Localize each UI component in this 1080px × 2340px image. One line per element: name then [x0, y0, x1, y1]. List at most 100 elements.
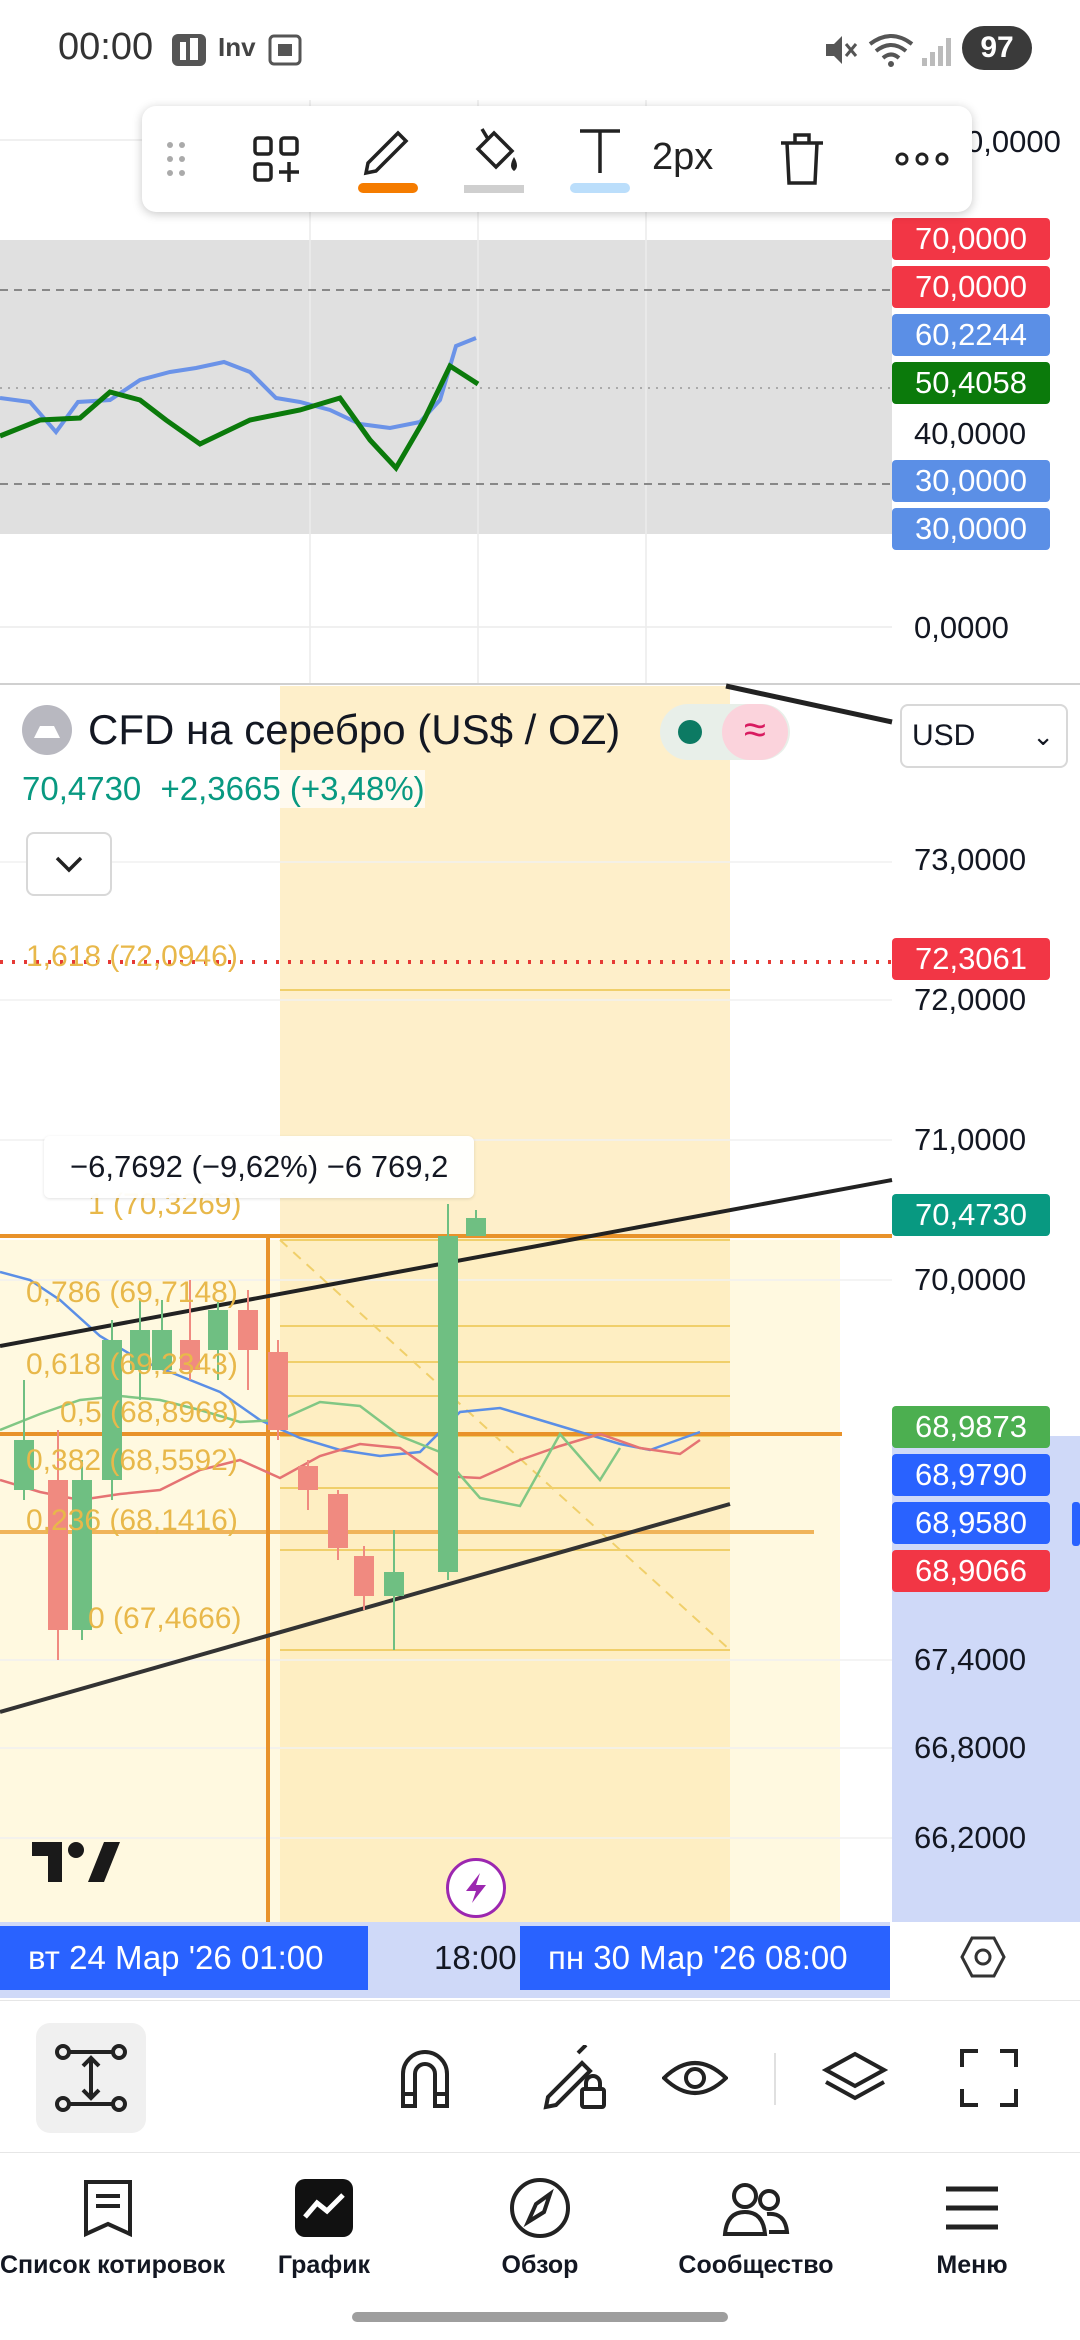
nav-community[interactable]: Сообщество	[648, 2171, 864, 2301]
price-axis-70: 70,0000	[914, 1262, 1027, 1297]
compass-icon	[510, 2178, 570, 2238]
fib-label-1618: 1,618 (72,0946)	[26, 940, 238, 973]
nav-menu[interactable]: Меню	[864, 2171, 1080, 2301]
fullscreen-button[interactable]	[934, 2023, 1044, 2133]
price-label-blue-a: 68,9790	[892, 1454, 1050, 1496]
price-summary: 70,4730 +2,3665 (+3,48%)	[22, 770, 425, 808]
price-axis-71: 71,0000	[914, 1122, 1027, 1157]
nav-watchlist[interactable]: Список котировок	[0, 2171, 225, 2301]
price-axis-674: 67,4000	[914, 1642, 1027, 1677]
drag-handle-icon[interactable]	[156, 106, 196, 212]
menu-icon	[946, 2186, 998, 2230]
time-axis[interactable]: вт 24 Мар '26 01:00 18:00 пн 30 Мар '26 …	[0, 1922, 1080, 1998]
drawing-toolbar: 2px	[142, 106, 972, 212]
silver-logo-icon	[22, 705, 72, 755]
axis-settings-icon[interactable]	[960, 1934, 1006, 1980]
indicator-green-value: 50,4058	[892, 362, 1050, 404]
home-indicator[interactable]	[352, 2312, 728, 2322]
eye-icon	[662, 2061, 728, 2095]
currency-select[interactable]: USD ⌄	[900, 704, 1068, 768]
candle-body	[354, 1556, 374, 1596]
last-price: 70,4730	[22, 770, 142, 807]
candle-body	[268, 1352, 288, 1430]
measure-button[interactable]	[36, 2023, 146, 2133]
chart-tools-bar	[0, 2000, 1080, 2150]
community-icon	[722, 2183, 790, 2236]
add-widget-icon[interactable]	[226, 106, 326, 212]
market-status-badge[interactable]: ≈	[660, 704, 790, 760]
date-range-highlight	[280, 686, 730, 1922]
candle-body	[298, 1466, 318, 1490]
symbol-header[interactable]: CFD на серебро (US$ / OZ)	[22, 700, 620, 760]
fullscreen-icon	[960, 2049, 1018, 2107]
lightning-icon	[466, 1873, 486, 1903]
price-axis-662: 66,2000	[914, 1820, 1027, 1855]
market-open-dot-icon	[678, 720, 702, 744]
fib-label-0: 0 (67,4666)	[88, 1602, 242, 1635]
candle-body	[208, 1310, 228, 1350]
nav-overview[interactable]: Обзор	[432, 2171, 648, 2301]
watchlist-icon	[84, 2180, 132, 2238]
symbol-name: CFD на серебро (US$ / OZ)	[88, 706, 621, 753]
indicator-blue-value: 60,2244	[892, 314, 1050, 356]
nav-label-chart: График	[277, 2251, 371, 2279]
price-label-last: 70,4730	[892, 1194, 1050, 1236]
tradingview-logo-icon[interactable]	[32, 1842, 122, 1888]
indicator-band	[0, 240, 892, 534]
text-icon[interactable]	[550, 106, 650, 212]
fill-icon[interactable]	[444, 106, 544, 212]
collapse-button[interactable]	[26, 832, 112, 896]
layers-icon	[822, 2051, 888, 2101]
fib-label-0382: 0,382 (68,5592)	[26, 1444, 238, 1477]
time-tag-end: пн 30 Мар '26 08:00	[520, 1926, 890, 1990]
indicator-level-70-a: 70,0000	[892, 218, 1050, 260]
chart-icon	[295, 2179, 353, 2237]
candle-body	[384, 1572, 404, 1596]
tool-divider	[774, 2053, 776, 2105]
nav-label-overview: Обзор	[501, 2251, 579, 2279]
price-label-red: 68,9066	[892, 1550, 1050, 1592]
trash-icon[interactable]	[762, 106, 842, 212]
nav-label-community: Сообщество	[678, 2251, 834, 2279]
fib-label-0236: 0,236 (68,1416)	[26, 1504, 238, 1537]
time-axis-label: 18:00	[434, 1939, 517, 1976]
more-icon[interactable]	[872, 106, 972, 212]
visibility-button[interactable]	[640, 2023, 750, 2133]
price-label-blue-b: 68,9580	[892, 1502, 1050, 1544]
indicator-level-40: 40,0000	[914, 416, 1027, 451]
layers-button[interactable]	[800, 2023, 910, 2133]
price-label-green: 68,9873	[892, 1406, 1050, 1448]
price-axis-72: 72,0000	[914, 982, 1027, 1017]
currency-value: USD	[912, 719, 976, 752]
nav-chart[interactable]: График	[216, 2171, 432, 2301]
indicator-level-30-a: 30,0000	[892, 460, 1050, 502]
candle-body	[466, 1218, 486, 1236]
time-tag-start: вт 24 Мар '26 01:00	[0, 1926, 368, 1990]
lightning-button[interactable]	[446, 1858, 506, 1918]
fib-label-0786: 0,786 (69,7148)	[26, 1276, 238, 1309]
price-change: +2,3665 (+3,48%)	[160, 770, 425, 807]
candle-body	[438, 1236, 458, 1572]
measure-tooltip: −6,7692 (−9,62%) −6 769,2	[44, 1136, 475, 1198]
magnet-icon	[401, 2050, 449, 2108]
pencil-icon[interactable]	[338, 106, 438, 212]
nav-label-menu: Меню	[936, 2251, 1008, 2279]
candle-body	[328, 1494, 348, 1548]
fib-label-05: 0,5 (68,8968)	[60, 1396, 239, 1429]
nav-label-watchlist: Список котировок	[0, 2251, 225, 2279]
wave-icon: ≈	[722, 704, 788, 760]
indicator-axis-top: 0,0000	[966, 124, 1061, 159]
stroke-width-button[interactable]: 2px	[652, 136, 713, 179]
scroll-handle[interactable]	[1072, 1502, 1080, 1546]
fib-label-0618: 0,618 (69,2343)	[26, 1348, 238, 1381]
magnet-button[interactable]	[370, 2023, 480, 2133]
candle-body	[238, 1310, 258, 1350]
price-axis-73: 73,0000	[914, 842, 1027, 877]
measure-icon	[55, 2044, 127, 2112]
lock-drawing-button[interactable]	[520, 2023, 630, 2133]
chevron-down-icon	[55, 856, 83, 873]
price-label-high: 72,3061	[892, 938, 1050, 980]
indicator-level-0: 0,0000	[914, 610, 1009, 645]
lock-drawing-icon	[543, 2045, 606, 2110]
indicator-level-70-b: 70,0000	[892, 266, 1050, 308]
